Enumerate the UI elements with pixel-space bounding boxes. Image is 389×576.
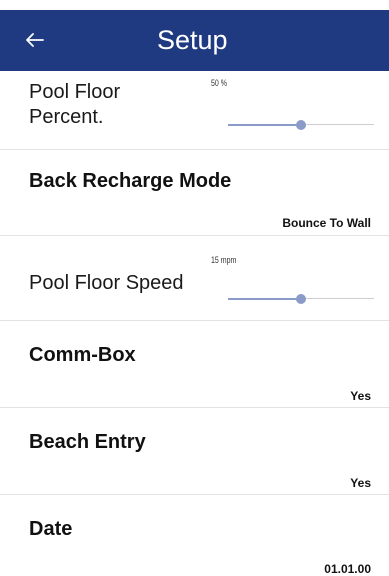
slider-thumb[interactable] — [296, 120, 306, 130]
beach-entry-value: Yes — [350, 476, 371, 490]
setting-row-back-recharge-mode[interactable]: Back Recharge Mode Bounce To Wall — [0, 150, 389, 235]
comm-box-value: Yes — [350, 389, 371, 403]
slider-track-empty — [301, 124, 374, 125]
date-value: 01.01.00 — [324, 562, 371, 576]
back-recharge-mode-value: Bounce To Wall — [282, 216, 371, 230]
date-label: Date — [29, 518, 73, 540]
pool-floor-speed-label: Pool Floor Speed — [29, 272, 184, 294]
back-recharge-mode-label: Back Recharge Mode — [29, 170, 232, 192]
arrow-left-icon — [26, 33, 44, 47]
setting-row-beach-entry[interactable]: Beach Entry Yes — [0, 408, 389, 494]
slider-thumb[interactable] — [296, 294, 306, 304]
setting-row-pool-floor-speed: Pool Floor Speed 15 mpm — [0, 236, 389, 320]
pool-floor-percent-value: 50 % — [211, 78, 228, 88]
pool-floor-percent-label-line2: Percent. — [29, 106, 104, 128]
setting-row-date[interactable]: Date 01.01.00 — [0, 495, 389, 576]
slider-track-filled — [228, 298, 301, 300]
pool-floor-percent-slider[interactable] — [228, 119, 374, 131]
comm-box-label: Comm-Box — [29, 344, 136, 366]
pool-floor-percent-label-line1: Pool Floor — [29, 81, 121, 103]
pool-floor-speed-value: 15 mpm — [211, 255, 237, 265]
slider-track-empty — [301, 298, 374, 299]
page-title: Setup — [157, 25, 228, 55]
slider-track-filled — [228, 124, 301, 126]
app-bar: Setup — [0, 10, 389, 71]
pool-floor-speed-slider[interactable] — [228, 293, 374, 305]
beach-entry-label: Beach Entry — [29, 431, 146, 453]
back-button[interactable] — [21, 24, 49, 56]
setting-row-pool-floor-percent: Pool Floor Percent. 50 % — [0, 71, 389, 149]
setup-screen: Setup Pool Floor Percent. 50 % Back Rech… — [0, 0, 389, 576]
setting-row-comm-box[interactable]: Comm-Box Yes — [0, 321, 389, 407]
